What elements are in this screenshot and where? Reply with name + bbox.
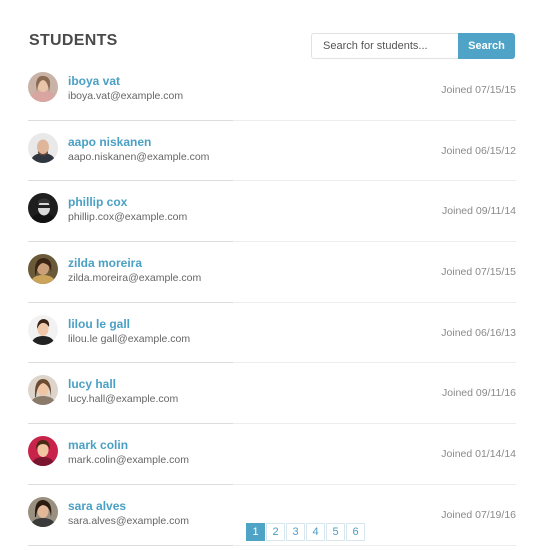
joined-date: Joined 07/19/16 bbox=[441, 508, 516, 521]
row-divider bbox=[28, 544, 233, 546]
search-button[interactable]: Search bbox=[458, 33, 515, 59]
avatar bbox=[28, 72, 58, 102]
joined-date: Joined 09/11/16 bbox=[442, 387, 516, 400]
joined-date: Joined 06/16/13 bbox=[441, 326, 516, 339]
avatar bbox=[28, 436, 58, 467]
joined-date: Joined 09/11/14 bbox=[442, 205, 516, 218]
pagination: 1 2 3 4 5 6 bbox=[246, 523, 365, 541]
student-email: iboya.vat@example.com bbox=[68, 90, 184, 102]
avatar bbox=[28, 375, 58, 406]
student-name[interactable]: aapo niskanen bbox=[68, 135, 151, 149]
student-name[interactable]: phillip cox bbox=[68, 195, 127, 209]
joined-date: Joined 07/15/15 bbox=[441, 84, 516, 96]
avatar bbox=[28, 496, 58, 527]
student-email: phillip.cox@example.com bbox=[68, 211, 188, 224]
student-email: mark.colin@example.com bbox=[68, 454, 189, 467]
student-row[interactable]: iboya vat iboya.vat@example.com Joined 0… bbox=[28, 60, 516, 121]
avatar bbox=[28, 254, 58, 285]
page-title: STUDENTS bbox=[29, 32, 118, 49]
student-email: sara.alves@example.com bbox=[68, 514, 189, 527]
student-row[interactable]: mark colin mark.colin@example.com Joined… bbox=[28, 424, 516, 485]
avatar bbox=[28, 193, 58, 224]
student-email: zilda.moreira@example.com bbox=[68, 272, 202, 285]
student-email: lilou.le gall@example.com bbox=[68, 332, 191, 345]
page-button-1[interactable]: 1 bbox=[246, 523, 265, 541]
student-row[interactable]: lucy hall lucy.hall@example.com Joined 0… bbox=[28, 363, 516, 425]
student-name[interactable]: lilou le gall bbox=[68, 317, 130, 331]
student-name[interactable]: zilda moreira bbox=[68, 256, 142, 270]
student-email: lucy.hall@example.com bbox=[68, 393, 179, 406]
search-input[interactable] bbox=[311, 33, 458, 59]
student-name[interactable]: mark colin bbox=[68, 438, 128, 452]
avatar bbox=[28, 132, 58, 163]
avatar bbox=[28, 314, 58, 345]
student-email: aapo.niskanen@example.com bbox=[68, 150, 210, 163]
student-name[interactable]: sara alves bbox=[68, 499, 126, 513]
student-row[interactable]: phillip cox phillip.cox@example.com Join… bbox=[28, 181, 516, 243]
joined-date: Joined 07/15/15 bbox=[441, 266, 516, 279]
student-row[interactable]: aapo niskanen aapo.niskanen@example.com … bbox=[28, 121, 516, 182]
page-button-5[interactable]: 5 bbox=[326, 523, 345, 541]
student-list: iboya vat iboya.vat@example.com Joined 0… bbox=[28, 60, 516, 546]
student-row[interactable]: lilou le gall lilou.le gall@example.com … bbox=[28, 303, 516, 364]
row-divider bbox=[233, 544, 516, 546]
student-name[interactable]: lucy hall bbox=[68, 377, 116, 391]
joined-date: Joined 01/14/14 bbox=[441, 448, 516, 461]
page-button-3[interactable]: 3 bbox=[286, 523, 305, 541]
student-row[interactable]: zilda moreira zilda.moreira@example.com … bbox=[28, 242, 516, 303]
joined-date: Joined 06/15/12 bbox=[441, 144, 516, 157]
page-button-2[interactable]: 2 bbox=[266, 523, 285, 541]
page-button-6[interactable]: 6 bbox=[346, 523, 365, 541]
page-button-4[interactable]: 4 bbox=[306, 523, 325, 541]
student-name[interactable]: iboya vat bbox=[68, 74, 120, 88]
